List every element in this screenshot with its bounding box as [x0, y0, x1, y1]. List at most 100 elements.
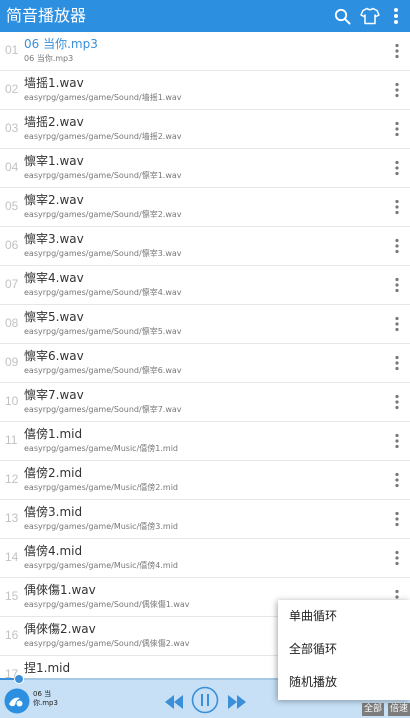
track-more-button[interactable] — [388, 274, 406, 296]
now-playing-title: 06 当你.mp3 — [33, 690, 58, 707]
list-item[interactable]: 02 墙摇1.wav easyrpg/games/game/Sound/墙摇1.… — [0, 71, 410, 110]
list-item[interactable]: 12 僖傍2.mid easyrpg/games/game/Music/僖傍2.… — [0, 461, 410, 500]
track-number: 14 — [5, 550, 19, 564]
track-path: easyrpg/games/game/Music/僖傍4.mid — [24, 561, 178, 570]
play-mode-option[interactable]: 随机播放 — [278, 666, 410, 699]
play-mode-option[interactable]: 单曲循环 — [278, 600, 410, 633]
track-path: easyrpg/games/game/Sound/墙摇1.wav — [24, 93, 182, 102]
track-name: 僖傍3.mid — [24, 505, 83, 519]
track-name: 懔宰1.wav — [24, 154, 84, 168]
track-path: easyrpg/games/game/Music/僖傍3.mid — [24, 522, 178, 531]
track-name: 僖傍1.mid — [24, 427, 83, 441]
track-name: 懔宰7.wav — [24, 388, 84, 402]
track-number: 04 — [5, 160, 19, 174]
track-number: 06 — [5, 238, 19, 252]
track-name: 僖傍4.mid — [24, 544, 83, 558]
more-vert-icon — [395, 43, 399, 59]
track-number: 09 — [5, 355, 19, 369]
track-number: 03 — [5, 121, 19, 135]
list-item[interactable]: 08 懔宰5.wav easyrpg/games/game/Sound/懔宰5.… — [0, 305, 410, 344]
pause-button[interactable] — [191, 686, 219, 714]
track-path: easyrpg/games/game/Sound/懔宰2.wav — [24, 210, 182, 219]
overflow-menu-icon — [394, 8, 398, 24]
track-name: 捏1.mid — [24, 661, 71, 675]
track-name: 懔宰6.wav — [24, 349, 84, 363]
list-item[interactable]: 01 06 当你.mp3 06 当你.mp3 — [0, 32, 410, 71]
more-vert-icon — [395, 394, 399, 410]
fast-forward-icon — [228, 695, 246, 709]
track-name: 墙摇2.wav — [24, 115, 84, 129]
rewind-icon — [165, 695, 183, 709]
more-vert-icon — [395, 472, 399, 488]
next-button[interactable] — [227, 694, 247, 710]
more-vert-icon — [395, 277, 399, 293]
track-list: 01 06 当你.mp3 06 当你.mp3 02 墙摇1.wav easyrp… — [0, 32, 410, 695]
overflow-menu-button[interactable] — [388, 0, 404, 32]
pause-icon — [191, 686, 219, 714]
search-button[interactable] — [330, 0, 354, 32]
track-number: 02 — [5, 82, 19, 96]
track-number: 16 — [5, 628, 19, 642]
track-path: easyrpg/games/game/Sound/懔宰4.wav — [24, 288, 182, 297]
track-path: easyrpg/games/game/Sound/偊倈傷1.wav — [24, 600, 190, 609]
track-more-button[interactable] — [388, 469, 406, 491]
seek-thumb[interactable] — [14, 674, 25, 684]
track-name: 懔宰3.wav — [24, 232, 84, 246]
track-more-button[interactable] — [388, 430, 406, 452]
track-number: 05 — [5, 199, 19, 213]
list-item[interactable]: 14 僖傍4.mid easyrpg/games/game/Music/僖傍4.… — [0, 539, 410, 578]
track-more-button[interactable] — [388, 313, 406, 335]
track-name: 懔宰2.wav — [24, 193, 84, 207]
track-name: 墙摇1.wav — [24, 76, 84, 90]
speed-button[interactable]: 倍速 — [388, 703, 410, 716]
track-number: 10 — [5, 394, 19, 408]
more-vert-icon — [395, 121, 399, 137]
album-cover-icon[interactable] — [4, 688, 30, 714]
theme-button[interactable] — [358, 0, 382, 32]
more-vert-icon — [395, 550, 399, 566]
track-number: 01 — [5, 43, 19, 57]
track-more-button[interactable] — [388, 157, 406, 179]
list-item[interactable]: 10 懔宰7.wav easyrpg/games/game/Sound/懔宰7.… — [0, 383, 410, 422]
track-path: easyrpg/games/game/Music/僖傍1.mid — [24, 444, 178, 453]
more-vert-icon — [395, 511, 399, 527]
app-title: 简音播放器 — [6, 6, 87, 25]
more-vert-icon — [395, 82, 399, 98]
list-item[interactable]: 06 懔宰3.wav easyrpg/games/game/Sound/懔宰3.… — [0, 227, 410, 266]
more-vert-icon — [395, 355, 399, 371]
track-name: 偊倈傷1.wav — [24, 583, 96, 597]
track-more-button[interactable] — [388, 118, 406, 140]
track-more-button[interactable] — [388, 40, 406, 62]
track-more-button[interactable] — [388, 235, 406, 257]
list-item[interactable]: 09 懔宰6.wav easyrpg/games/game/Sound/懔宰6.… — [0, 344, 410, 383]
track-name: 僖傍2.mid — [24, 466, 83, 480]
track-path: easyrpg/games/game/Sound/懔宰5.wav — [24, 327, 182, 336]
list-item[interactable]: 07 懔宰4.wav easyrpg/games/game/Sound/懔宰4.… — [0, 266, 410, 305]
track-name: 懔宰5.wav — [24, 310, 84, 324]
list-item[interactable]: 11 僖傍1.mid easyrpg/games/game/Music/僖傍1.… — [0, 422, 410, 461]
track-path: easyrpg/games/game/Sound/懔宰7.wav — [24, 405, 182, 414]
list-item[interactable]: 03 墙摇2.wav easyrpg/games/game/Sound/墙摇2.… — [0, 110, 410, 149]
track-number: 13 — [5, 511, 19, 525]
search-icon — [334, 8, 350, 24]
track-path: easyrpg/games/game/Sound/懔宰1.wav — [24, 171, 182, 180]
more-vert-icon — [395, 316, 399, 332]
play-mode-menu: 单曲循环 全部循环 随机播放 — [278, 600, 410, 700]
track-number: 07 — [5, 277, 19, 291]
tshirt-icon — [360, 7, 380, 25]
track-path: 06 当你.mp3 — [24, 54, 74, 63]
track-more-button[interactable] — [388, 79, 406, 101]
track-more-button[interactable] — [388, 391, 406, 413]
list-item[interactable]: 13 僖傍3.mid easyrpg/games/game/Music/僖傍3.… — [0, 500, 410, 539]
play-mode-option[interactable]: 全部循环 — [278, 633, 410, 666]
track-more-button[interactable] — [388, 196, 406, 218]
track-number: 15 — [5, 589, 19, 603]
list-item[interactable]: 05 懔宰2.wav easyrpg/games/game/Sound/懔宰2.… — [0, 188, 410, 227]
track-more-button[interactable] — [388, 547, 406, 569]
track-number: 12 — [5, 472, 19, 486]
track-more-button[interactable] — [388, 352, 406, 374]
track-more-button[interactable] — [388, 508, 406, 530]
list-item[interactable]: 04 懔宰1.wav easyrpg/games/game/Sound/懔宰1.… — [0, 149, 410, 188]
previous-button[interactable] — [164, 694, 184, 710]
repeat-mode-button[interactable]: 全部 — [362, 703, 385, 716]
